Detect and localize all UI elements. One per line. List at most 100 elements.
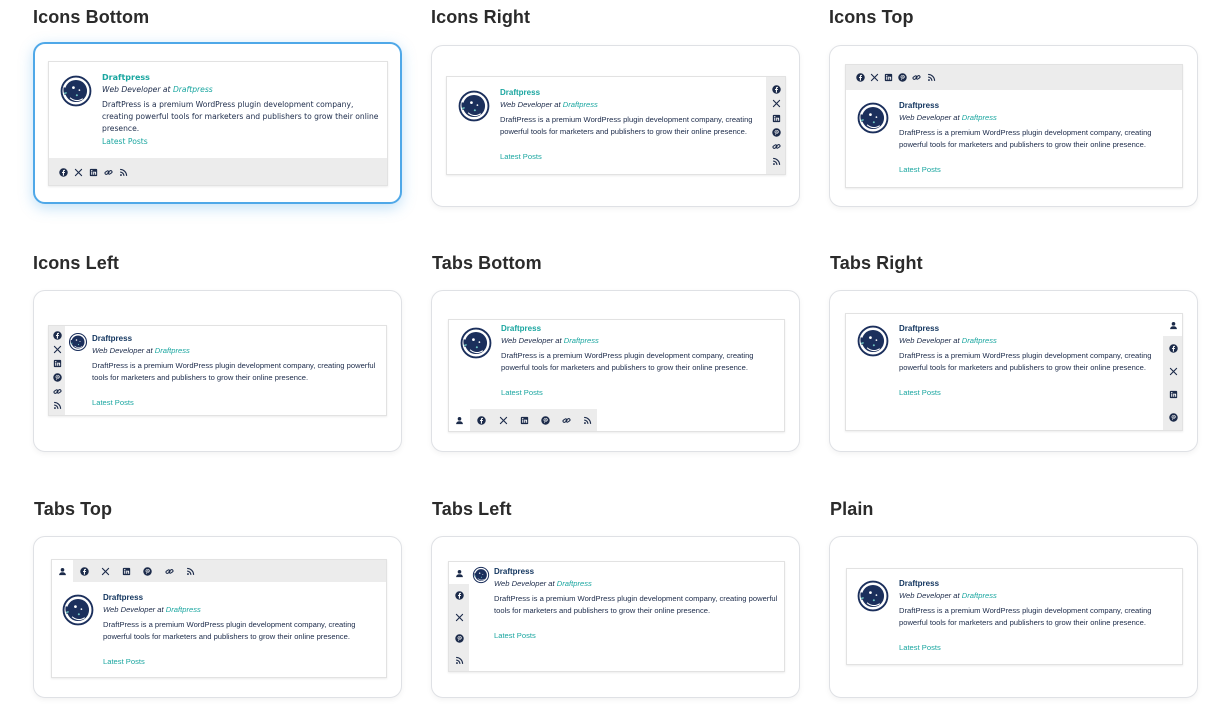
rss-icon[interactable]: [53, 401, 62, 410]
x-icon[interactable]: [53, 345, 62, 354]
rss-icon[interactable]: [583, 416, 592, 425]
layout-option-icons-top[interactable]: Draftpress Web Developer at Draftpress D…: [829, 45, 1198, 207]
linkedin-icon[interactable]: [1169, 390, 1178, 399]
facebook-icon[interactable]: [772, 85, 781, 94]
linkedin-icon[interactable]: [520, 416, 529, 425]
author-box-preview: Draftpress Web Developer at Draftpress D…: [446, 76, 786, 175]
linkedin-icon[interactable]: [89, 168, 98, 177]
author-box-preview: Draftpress Web Developer at Draftpress D…: [845, 313, 1183, 431]
user-icon[interactable]: [1169, 321, 1178, 330]
author-job: Web Developer at Draftpress: [102, 85, 213, 94]
x-icon[interactable]: [772, 99, 781, 108]
pinterest-icon[interactable]: [53, 373, 62, 382]
latest-posts-link[interactable]: Latest Posts: [899, 643, 941, 652]
author-name: Draftpress: [500, 88, 541, 97]
facebook-icon[interactable]: [53, 331, 62, 340]
link-icon[interactable]: [165, 567, 174, 576]
author-bio: DraftPress is a premium WordPress plugin…: [899, 351, 1152, 372]
tab-bar: [449, 409, 597, 431]
link-icon[interactable]: [53, 387, 62, 396]
layout-option-tabs-top[interactable]: Draftpress Web Developer at Draftpress D…: [33, 536, 402, 698]
layout-title: Tabs Right: [830, 253, 923, 273]
layout-option-plain[interactable]: Draftpress Web Developer at Draftpress D…: [829, 536, 1198, 698]
layout-option-icons-right[interactable]: Draftpress Web Developer at Draftpress D…: [431, 45, 800, 207]
author-name: Draftpress: [103, 593, 144, 602]
latest-posts-link[interactable]: Latest Posts: [494, 631, 536, 640]
author-name: Draftpress: [501, 324, 542, 333]
author-box-preview: Draftpress Web Developer at Draftpress D…: [448, 319, 785, 432]
latest-posts-link[interactable]: Latest Posts: [899, 165, 941, 174]
pinterest-icon[interactable]: [898, 73, 907, 82]
rss-icon[interactable]: [772, 157, 781, 166]
facebook-icon[interactable]: [455, 591, 464, 600]
layout-title: Icons Right: [431, 7, 531, 27]
social-icon-bar: [766, 77, 785, 174]
facebook-icon[interactable]: [80, 567, 89, 576]
avatar: [68, 332, 88, 352]
linkedin-icon[interactable]: [53, 359, 62, 368]
avatar: [457, 89, 491, 123]
avatar: [856, 101, 890, 135]
author-name: Draftpress: [899, 324, 940, 333]
latest-posts-link[interactable]: Latest Posts: [102, 137, 148, 146]
latest-posts-link[interactable]: Latest Posts: [501, 388, 543, 397]
x-icon[interactable]: [499, 416, 508, 425]
rss-icon[interactable]: [186, 567, 195, 576]
author-job: Web Developer at Draftpress: [103, 605, 201, 614]
facebook-icon[interactable]: [856, 73, 865, 82]
link-icon[interactable]: [772, 142, 781, 151]
pinterest-icon[interactable]: [541, 416, 550, 425]
author-bio: DraftPress is a premium WordPress plugin…: [899, 606, 1152, 627]
rss-icon[interactable]: [119, 168, 128, 177]
link-icon[interactable]: [912, 73, 921, 82]
rss-icon[interactable]: [455, 656, 464, 665]
pinterest-icon[interactable]: [455, 634, 464, 643]
user-icon[interactable]: [58, 567, 67, 576]
latest-posts-link[interactable]: Latest Posts: [899, 388, 941, 397]
layout-title: Tabs Left: [432, 499, 512, 519]
author-name: Draftpress: [899, 101, 940, 110]
pinterest-icon[interactable]: [772, 128, 781, 137]
link-icon[interactable]: [562, 416, 571, 425]
facebook-icon[interactable]: [1169, 344, 1178, 353]
author-box-preview: Draftpress Web Developer at Draftpress D…: [51, 559, 387, 678]
latest-posts-link[interactable]: Latest Posts: [92, 398, 134, 407]
layout-option-tabs-bottom[interactable]: Draftpress Web Developer at Draftpress D…: [431, 290, 800, 452]
author-name: Draftpress: [494, 567, 535, 576]
author-bio: DraftPress is a premium WordPress plugin…: [501, 351, 754, 372]
x-icon[interactable]: [101, 567, 110, 576]
x-icon[interactable]: [455, 613, 464, 622]
author-bio: DraftPress is a premium WordPress plugin…: [102, 100, 379, 133]
linkedin-icon[interactable]: [772, 114, 781, 123]
linkedin-icon[interactable]: [884, 73, 893, 82]
author-name: Draftpress: [92, 334, 133, 343]
user-icon[interactable]: [455, 416, 464, 425]
author-box-preview: Draftpress Web Developer at Draftpress D…: [846, 568, 1183, 665]
author-bio: DraftPress is a premium WordPress plugin…: [899, 128, 1152, 149]
x-icon[interactable]: [74, 168, 83, 177]
x-icon[interactable]: [1169, 367, 1178, 376]
linkedin-icon[interactable]: [122, 567, 131, 576]
facebook-icon[interactable]: [477, 416, 486, 425]
layout-option-icons-left[interactable]: Draftpress Web Developer at Draftpress D…: [33, 290, 402, 452]
link-icon[interactable]: [104, 168, 113, 177]
pinterest-icon[interactable]: [1169, 413, 1178, 422]
facebook-icon[interactable]: [59, 168, 68, 177]
layout-option-tabs-right[interactable]: Draftpress Web Developer at Draftpress D…: [829, 290, 1198, 452]
author-bio: DraftPress is a premium WordPress plugin…: [92, 361, 376, 382]
rss-icon[interactable]: [927, 73, 936, 82]
tab-bar: [449, 562, 469, 671]
latest-posts-link[interactable]: Latest Posts: [103, 657, 145, 666]
layout-option-tabs-left[interactable]: Draftpress Web Developer at Draftpress D…: [431, 536, 800, 698]
layout-option-icons-bottom[interactable]: Draftpress Web Developer at Draftpress D…: [33, 42, 402, 204]
author-name: Draftpress: [899, 579, 940, 588]
author-box-preview: Draftpress Web Developer at Draftpress D…: [448, 561, 785, 672]
x-icon[interactable]: [870, 73, 879, 82]
layout-title: Icons Left: [33, 253, 120, 273]
user-icon[interactable]: [455, 569, 464, 578]
layout-title: Icons Bottom: [33, 7, 150, 27]
avatar: [472, 566, 490, 584]
author-box-preview: Draftpress Web Developer at Draftpress D…: [845, 64, 1183, 188]
latest-posts-link[interactable]: Latest Posts: [500, 152, 542, 161]
pinterest-icon[interactable]: [143, 567, 152, 576]
